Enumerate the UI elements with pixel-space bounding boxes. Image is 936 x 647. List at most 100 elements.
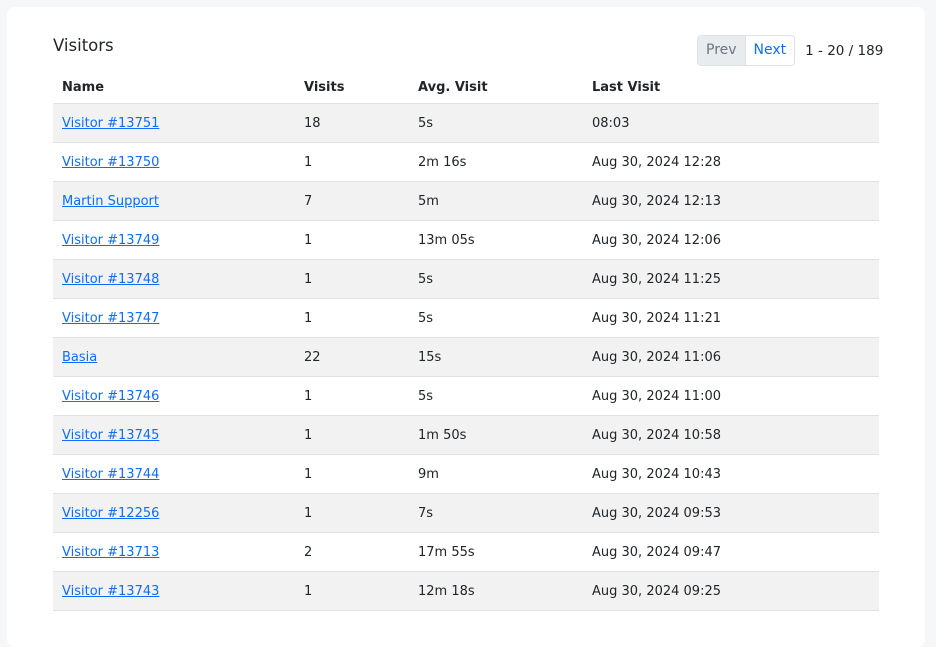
- visits-value: 1: [304, 583, 313, 599]
- visits-cell: 22: [295, 337, 409, 377]
- column-header-visits: Visits: [295, 71, 409, 104]
- table-row: Visitor #13744 1 9m Aug 30, 2024 10:43: [53, 454, 879, 494]
- pagination: Prev Next 1 - 20 / 189: [697, 35, 883, 66]
- visitors-table: Name Visits Avg. Visit Last Visit Visito…: [53, 71, 879, 611]
- column-header-avg-visit: Avg. Visit: [409, 71, 583, 104]
- visitor-name-link[interactable]: Visitor #13747: [62, 311, 159, 326]
- last-visit-cell: Aug 30, 2024 09:53: [583, 493, 879, 533]
- table-row: Basia 22 15s Aug 30, 2024 11:06: [53, 337, 879, 377]
- visits-value: 1: [304, 154, 313, 170]
- name-cell: Visitor #13750: [53, 142, 295, 182]
- visitor-name-link[interactable]: Visitor #12256: [62, 506, 159, 521]
- avg-visit-value: 1m 50s: [418, 427, 467, 443]
- last-visit-value: Aug 30, 2024 09:53: [592, 505, 722, 521]
- next-page-button[interactable]: Next: [745, 36, 795, 65]
- visits-cell: 1: [295, 454, 409, 494]
- visitor-name-link[interactable]: Basia: [62, 350, 97, 365]
- visits-value: 7: [304, 193, 313, 209]
- avg-visit-cell: 5s: [409, 376, 583, 416]
- last-visit-value: Aug 30, 2024 11:06: [592, 349, 722, 365]
- avg-visit-value: 17m 55s: [418, 544, 475, 560]
- avg-visit-value: 5s: [418, 271, 434, 287]
- last-visit-cell: Aug 30, 2024 11:21: [583, 298, 879, 338]
- last-visit-value: Aug 30, 2024 11:00: [592, 388, 722, 404]
- prev-page-button[interactable]: Prev: [698, 36, 746, 65]
- visits-value: 1: [304, 505, 313, 521]
- name-cell: Visitor #13751: [53, 103, 295, 143]
- avg-visit-cell: 1m 50s: [409, 415, 583, 455]
- last-visit-cell: Aug 30, 2024 09:47: [583, 532, 879, 572]
- visits-value: 1: [304, 232, 313, 248]
- visits-value: 1: [304, 427, 313, 443]
- pagination-range: 1 - 20 / 189: [805, 42, 884, 59]
- last-visit-value: Aug 30, 2024 09:47: [592, 544, 722, 560]
- visits-cell: 7: [295, 181, 409, 221]
- name-cell: Visitor #13743: [53, 571, 295, 611]
- avg-visit-value: 5s: [418, 388, 434, 404]
- avg-visit-cell: 13m 05s: [409, 220, 583, 260]
- last-visit-value: Aug 30, 2024 10:43: [592, 466, 722, 482]
- visits-value: 1: [304, 466, 313, 482]
- pagination-button-group: Prev Next: [697, 35, 796, 66]
- visitor-name-link[interactable]: Martin Support: [62, 194, 159, 209]
- column-header-name: Name: [53, 71, 295, 104]
- last-visit-value: Aug 30, 2024 12:28: [592, 154, 722, 170]
- last-visit-cell: Aug 30, 2024 10:58: [583, 415, 879, 455]
- visits-value: 22: [304, 349, 321, 365]
- last-visit-cell: Aug 30, 2024 11:25: [583, 259, 879, 299]
- visitors-card: Visitors Prev Next 1 - 20 / 189 Name Vis…: [7, 7, 925, 647]
- last-visit-cell: Aug 30, 2024 12:28: [583, 142, 879, 182]
- last-visit-value: Aug 30, 2024 12:13: [592, 193, 722, 209]
- last-visit-cell: Aug 30, 2024 11:06: [583, 337, 879, 377]
- visits-cell: 1: [295, 142, 409, 182]
- visits-cell: 1: [295, 259, 409, 299]
- avg-visit-value: 5s: [418, 310, 434, 326]
- avg-visit-cell: 17m 55s: [409, 532, 583, 572]
- visitor-name-link[interactable]: Visitor #13749: [62, 233, 159, 248]
- avg-visit-value: 7s: [418, 505, 434, 521]
- table-body: Visitor #13751 18 5s 08:03 Visitor #13750 1 2m…: [53, 103, 879, 611]
- last-visit-value: Aug 30, 2024 10:58: [592, 427, 722, 443]
- last-visit-cell: Aug 30, 2024 12:06: [583, 220, 879, 260]
- visitor-name-link[interactable]: Visitor #13745: [62, 428, 159, 443]
- table-row: Visitor #13749 1 13m 05s Aug 30, 2024 12:06: [53, 220, 879, 260]
- table-row: Visitor #12256 1 7s Aug 30, 2024 09:53: [53, 493, 879, 533]
- last-visit-value: Aug 30, 2024 11:25: [592, 271, 722, 287]
- avg-visit-cell: 12m 18s: [409, 571, 583, 611]
- visits-cell: 18: [295, 103, 409, 143]
- avg-visit-value: 13m 05s: [418, 232, 475, 248]
- visits-cell: 2: [295, 532, 409, 572]
- avg-visit-cell: 5m: [409, 181, 583, 221]
- table-row: Visitor #13748 1 5s Aug 30, 2024 11:25: [53, 259, 879, 299]
- last-visit-cell: 08:03: [583, 103, 879, 143]
- visitor-name-link[interactable]: Visitor #13751: [62, 116, 159, 131]
- name-cell: Visitor #13749: [53, 220, 295, 260]
- visits-cell: 1: [295, 376, 409, 416]
- table-row: Visitor #13713 2 17m 55s Aug 30, 2024 09:47: [53, 532, 879, 572]
- visitor-name-link[interactable]: Visitor #13713: [62, 545, 159, 560]
- visitor-name-link[interactable]: Visitor #13744: [62, 467, 159, 482]
- visits-cell: 1: [295, 493, 409, 533]
- table-row: Martin Support 7 5m Aug 30, 2024 12:13: [53, 181, 879, 221]
- avg-visit-value: 2m 16s: [418, 154, 467, 170]
- name-cell: Basia: [53, 337, 295, 377]
- visits-cell: 1: [295, 220, 409, 260]
- visitor-name-link[interactable]: Visitor #13750: [62, 155, 159, 170]
- last-visit-cell: Aug 30, 2024 12:13: [583, 181, 879, 221]
- visits-value: 2: [304, 544, 313, 560]
- last-visit-cell: Aug 30, 2024 09:25: [583, 571, 879, 611]
- visits-cell: 1: [295, 415, 409, 455]
- last-visit-cell: Aug 30, 2024 10:43: [583, 454, 879, 494]
- column-header-last-visit: Last Visit: [583, 71, 879, 104]
- table-row: Visitor #13750 1 2m 16s Aug 30, 2024 12:28: [53, 142, 879, 182]
- visits-cell: 1: [295, 571, 409, 611]
- avg-visit-value: 15s: [418, 349, 442, 365]
- visitor-name-link[interactable]: Visitor #13743: [62, 584, 159, 599]
- name-cell: Visitor #13746: [53, 376, 295, 416]
- name-cell: Visitor #13747: [53, 298, 295, 338]
- table-row: Visitor #13743 1 12m 18s Aug 30, 2024 09:25: [53, 571, 879, 611]
- name-cell: Visitor #12256: [53, 493, 295, 533]
- visitor-name-link[interactable]: Visitor #13746: [62, 389, 159, 404]
- visitor-name-link[interactable]: Visitor #13748: [62, 272, 159, 287]
- name-cell: Martin Support: [53, 181, 295, 221]
